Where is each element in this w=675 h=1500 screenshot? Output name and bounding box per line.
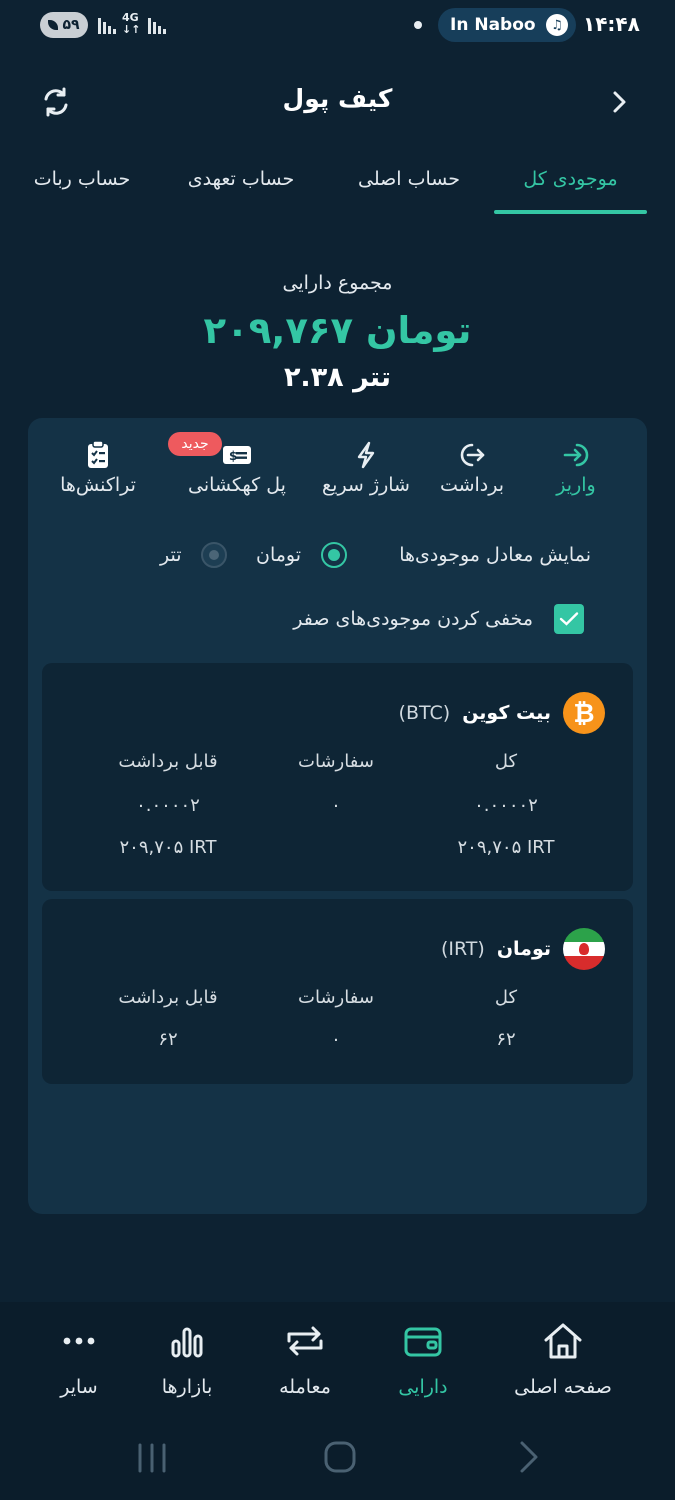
asset-summary: مجموع دارایی ۲۰۹,۷۶۷ تومان ۲.۳۸ تتر <box>0 272 675 400</box>
nav-trade[interactable]: معامله <box>240 1320 370 1398</box>
svg-text:$: $ <box>229 449 237 463</box>
asset-card-btc[interactable]: ₿ بیت کوین (BTC) کل سفارشات قابل برداشت … <box>42 663 633 891</box>
asset-code: (IRT) <box>440 938 485 960</box>
lightning-icon <box>306 438 426 472</box>
asset-code: (BTC) <box>398 702 451 724</box>
system-navigation <box>0 1412 675 1500</box>
more-icon <box>14 1320 144 1362</box>
chevron-right-icon[interactable] <box>602 84 638 120</box>
radio-tether-label[interactable]: تتر <box>160 544 182 566</box>
deposit-icon <box>516 438 636 472</box>
btc-total-irt: ۲۰۹,۷۰۵ IRT <box>457 837 555 858</box>
back-button-icon[interactable] <box>512 1440 544 1478</box>
asset-header: تومان (IRT) <box>441 927 605 971</box>
network-type: 4G ↓↑ <box>122 11 141 36</box>
nav-home[interactable]: صفحه اصلی <box>498 1320 628 1398</box>
new-badge: جدید <box>168 432 222 456</box>
action-bar: واریز برداشت شارژ سریع $ پل کهکشانی تراک… <box>28 438 647 508</box>
media-chip[interactable]: In Naboo ♫ <box>438 8 576 42</box>
btc-withdrawable: ۰.۰۰۰۰۲ <box>136 795 200 816</box>
withdraw-button[interactable]: برداشت <box>412 438 532 496</box>
clock: ۱۴:۴۸ <box>583 12 640 36</box>
home-button-icon[interactable] <box>323 1440 357 1478</box>
withdraw-icon <box>412 438 532 472</box>
deposit-button[interactable]: واریز <box>516 438 636 496</box>
recent-apps-icon[interactable] <box>136 1442 168 1478</box>
total-tether: ۲.۳۸ تتر <box>283 362 392 393</box>
signal-icon <box>98 14 116 34</box>
asset-card-irt[interactable]: تومان (IRT) کل سفارشات قابل برداشت ۶۲ ۰ … <box>42 899 633 1084</box>
radio-toman-label[interactable]: تومان <box>256 544 301 566</box>
irt-orders: ۰ <box>331 1029 341 1050</box>
active-tab-indicator <box>494 210 647 214</box>
btc-total: ۰.۰۰۰۰۲ <box>474 795 538 816</box>
asset-header: ₿ بیت کوین (BTC) <box>399 691 605 735</box>
column-total-label: کل <box>494 751 518 772</box>
media-title: In Naboo <box>450 15 536 35</box>
status-bar: ۵۹ 4G ↓↑ In Naboo ♫ ۱۴:۴۸ <box>0 0 675 50</box>
home-icon <box>498 1320 628 1362</box>
transactions-button[interactable]: تراکنش‌ها <box>38 438 158 496</box>
tab-margin-account[interactable]: حساب تعهدی <box>161 146 321 212</box>
column-total-label: کل <box>494 987 518 1008</box>
total-toman: ۲۰۹,۷۶۷ تومان <box>203 309 472 352</box>
battery-level: ۵۹ <box>62 17 80 33</box>
notification-dot <box>414 21 422 29</box>
radio-toman[interactable] <box>321 542 347 568</box>
nav-assets[interactable]: دارایی <box>358 1320 488 1398</box>
tab-total-balance[interactable]: موجودی کل <box>494 146 647 212</box>
column-withdrawable-label: قابل برداشت <box>118 751 218 772</box>
quick-charge-button[interactable]: شارژ سریع <box>306 438 426 496</box>
leaf-icon <box>48 20 59 30</box>
asset-name: بیت کوین <box>462 702 551 724</box>
column-orders-label: سفارشات <box>298 987 374 1008</box>
wallet-icon <box>358 1320 488 1362</box>
bottom-navigation: صفحه اصلی دارایی معامله بازارها سایر <box>0 1302 675 1412</box>
page-title: کیف پول <box>282 84 393 113</box>
data-arrows-icon: ↓↑ <box>122 23 141 36</box>
tab-bot-account[interactable]: حساب ربات <box>17 146 147 212</box>
total-assets-label: مجموع دارایی <box>282 272 393 294</box>
btc-orders: ۰ <box>331 795 341 816</box>
equivalent-display-row: نمایش معادل موجودی‌ها تومان تتر <box>28 538 647 578</box>
signal-icon-2 <box>148 14 166 34</box>
account-tabs: موجودی کل حساب اصلی حساب تعهدی حساب ربات <box>0 146 675 216</box>
hide-zero-checkbox[interactable] <box>554 604 584 634</box>
radio-tether[interactable] <box>201 542 227 568</box>
column-orders-label: سفارشات <box>298 751 374 772</box>
music-note-icon: ♫ <box>546 14 568 36</box>
irt-withdrawable: ۶۲ <box>158 1029 178 1050</box>
hide-zero-label: مخفی کردن موجودی‌های صفر <box>293 608 533 630</box>
wallet-panel: واریز برداشت شارژ سریع $ پل کهکشانی تراک… <box>28 418 647 1214</box>
tab-main-account[interactable]: حساب اصلی <box>339 146 479 212</box>
iran-flag-icon <box>563 928 605 970</box>
column-withdrawable-label: قابل برداشت <box>118 987 218 1008</box>
check-icon <box>559 612 579 626</box>
equivalent-label: نمایش معادل موجودی‌ها <box>399 544 591 566</box>
nav-more[interactable]: سایر <box>14 1320 144 1398</box>
clipboard-icon <box>38 438 158 472</box>
battery-indicator: ۵۹ <box>40 12 88 38</box>
irt-total: ۶۲ <box>496 1029 516 1050</box>
swap-icon <box>240 1320 370 1362</box>
btc-withdrawable-irt: ۲۰۹,۷۰۵ IRT <box>119 837 217 858</box>
header: کیف پول <box>0 70 675 134</box>
asset-name: تومان <box>496 938 551 960</box>
hide-zero-row: مخفی کردن موجودی‌های صفر <box>28 604 647 638</box>
bitcoin-icon: ₿ <box>563 692 605 734</box>
